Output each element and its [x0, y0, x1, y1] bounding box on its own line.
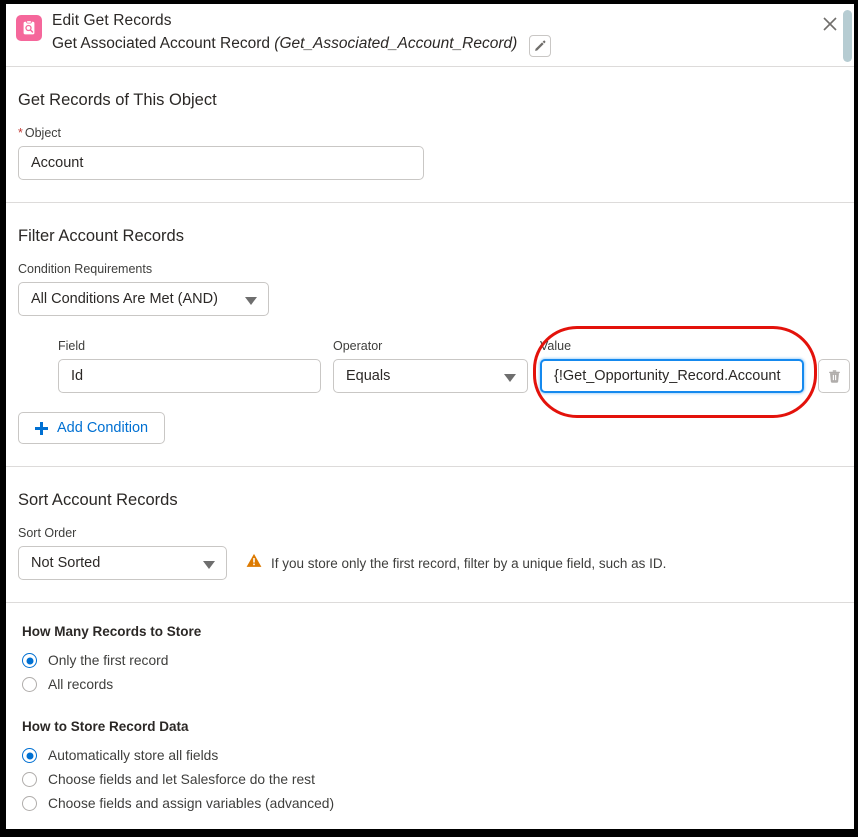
- radio-label: Automatically store all fields: [48, 747, 219, 763]
- vertical-scrollbar[interactable]: [841, 4, 854, 829]
- object-section-title: Get Records of This Object: [18, 91, 217, 109]
- radio-indicator: [22, 772, 37, 787]
- chevron-down-icon: [504, 374, 516, 382]
- value-label: Value: [540, 339, 572, 353]
- add-condition-label: Add Condition: [57, 420, 149, 436]
- filter-records-section: Filter Account Records Condition Require…: [6, 203, 854, 467]
- object-input[interactable]: Account: [18, 146, 424, 180]
- sort-section-title: Sort Account Records: [18, 491, 178, 509]
- sort-order-field: Sort Order Not Sorted: [18, 525, 227, 580]
- operator-label: Operator: [333, 339, 383, 353]
- sort-order-select[interactable]: Not Sorted: [18, 546, 227, 580]
- modal-title-block: Edit Get Records Get Associated Account …: [52, 11, 794, 57]
- filter-section-title: Filter Account Records: [18, 227, 184, 245]
- screenshot-root: Edit Get Records Get Associated Account …: [0, 0, 858, 837]
- warning-text: If you store only the first record, filt…: [271, 555, 667, 571]
- condition-requirements-wrap: Condition Requirements All Conditions Ar…: [6, 247, 854, 316]
- field-label: Field: [58, 339, 86, 353]
- element-api-name: (Get_Associated_Account_Record): [274, 35, 518, 52]
- radio-label: All records: [48, 676, 114, 692]
- radio-auto-store-all-fields[interactable]: Automatically store all fields: [22, 744, 854, 767]
- radio-indicator: [22, 653, 37, 668]
- add-condition-button[interactable]: Add Condition: [18, 412, 166, 444]
- sort-order-label: Sort Order: [18, 526, 77, 540]
- radio-indicator: [22, 677, 37, 692]
- radio-label: Choose fields and let Salesforce do the …: [48, 771, 315, 787]
- radio-indicator: [22, 748, 37, 763]
- sort-order-wrap: Sort Order Not Sorted If you store only …: [6, 511, 854, 602]
- condition-requirements-label: Condition Requirements: [18, 262, 153, 276]
- value-input[interactable]: {!Get_Opportunity_Record.Account: [540, 359, 804, 393]
- modal-header: Edit Get Records Get Associated Account …: [6, 4, 854, 67]
- filter-condition-row: Field Id Operator Equals Value {!Get_Opp…: [6, 316, 854, 393]
- object-field-label: * Object: [18, 125, 854, 141]
- chevron-down-icon: [203, 561, 215, 569]
- close-icon[interactable]: [820, 14, 840, 34]
- get-records-icon: [16, 15, 42, 41]
- operator-value: Equals: [346, 368, 391, 384]
- warning-triangle-icon: [246, 553, 262, 573]
- how-many-records-title: How Many Records to Store: [22, 624, 202, 639]
- radio-label: Choose fields and assign variables (adva…: [48, 795, 335, 811]
- radio-label: Only the first record: [48, 652, 169, 668]
- pencil-icon[interactable]: [528, 35, 551, 57]
- sort-warning: If you store only the first record, filt…: [246, 553, 666, 580]
- plus-icon: [35, 421, 48, 435]
- chevron-down-icon: [245, 297, 257, 305]
- condition-requirements-value: All Conditions Are Met (AND): [31, 291, 218, 307]
- edit-get-records-modal: Edit Get Records Get Associated Account …: [6, 4, 854, 829]
- how-to-store-title: How to Store Record Data: [22, 719, 189, 734]
- object-field-wrap: * Object Account: [6, 111, 854, 202]
- scrollbar-thumb[interactable]: [843, 10, 852, 62]
- condition-value-cell: Value {!Get_Opportunity_Record.Account: [540, 338, 804, 393]
- sort-order-value: Not Sorted: [31, 555, 101, 571]
- object-label-text: Object: [24, 126, 62, 140]
- radio-choose-fields-salesforce[interactable]: Choose fields and let Salesforce do the …: [22, 768, 854, 791]
- condition-requirements-select[interactable]: All Conditions Are Met (AND): [18, 282, 269, 316]
- radio-indicator: [22, 796, 37, 811]
- get-records-object-section: Get Records of This Object * Object Accou…: [6, 67, 854, 203]
- sort-records-section: Sort Account Records Sort Order Not Sort…: [6, 467, 854, 603]
- element-label-line: Get Associated Account Record (Get_Assoc…: [52, 33, 794, 57]
- radio-only-first-record[interactable]: Only the first record: [22, 649, 854, 672]
- operator-select[interactable]: Equals: [333, 359, 528, 393]
- field-input[interactable]: Id: [58, 359, 321, 393]
- radio-all-records[interactable]: All records: [22, 673, 854, 696]
- store-records-section: How Many Records to Store Only the first…: [6, 603, 854, 815]
- condition-field-cell: Field Id: [58, 338, 321, 393]
- modal-title: Edit Get Records: [52, 12, 172, 29]
- element-label: Get Associated Account Record: [52, 35, 270, 52]
- radio-choose-fields-assign-variables[interactable]: Choose fields and assign variables (adva…: [22, 792, 854, 815]
- condition-operator-cell: Operator Equals: [333, 338, 528, 393]
- required-marker: *: [18, 126, 23, 140]
